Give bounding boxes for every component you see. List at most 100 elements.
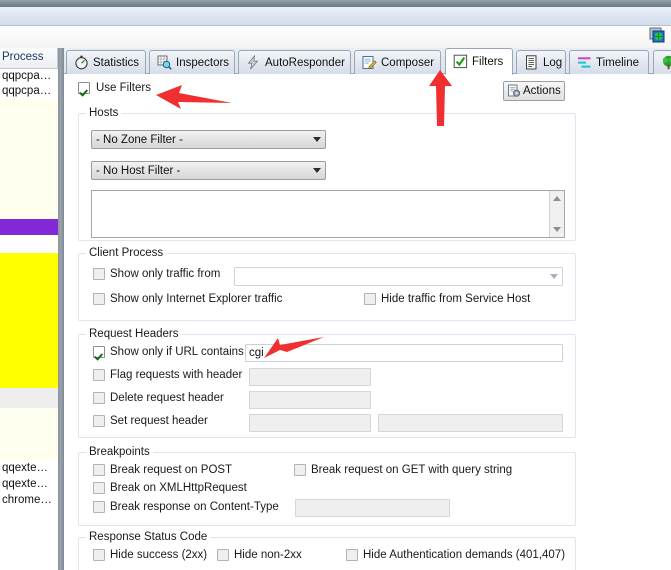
pencil-note-icon — [362, 56, 377, 69]
delete-request-header-checkbox[interactable] — [93, 392, 105, 404]
hide-auth-demands-row[interactable]: Hide Authentication demands (401,407) — [346, 549, 565, 561]
tree-icon — [662, 55, 671, 70]
tab-autoresponder[interactable]: AutoResponder — [238, 50, 351, 74]
set-request-header-name-input[interactable] — [249, 414, 371, 432]
stopwatch-icon — [75, 55, 88, 70]
session-row-process: qqexte… — [2, 462, 49, 474]
tab-filters[interactable]: Filters — [445, 48, 513, 75]
break-on-get-query-checkbox[interactable] — [294, 464, 306, 476]
show-only-traffic-from-row[interactable]: Show only traffic from — [93, 268, 220, 280]
session-list-pane[interactable]: Process qqpcpa… qqpcpa… qqexte… qqexte… chro… — [0, 48, 58, 570]
session-row-process: chrome… — [2, 494, 52, 506]
hide-service-host-row[interactable]: Hide traffic from Service Host — [364, 293, 530, 305]
session-row[interactable] — [0, 388, 58, 408]
flag-requests-row[interactable]: Flag requests with header — [93, 369, 242, 381]
break-on-xhr-row[interactable]: Break on XMLHttpRequest — [93, 482, 247, 494]
magnifier-grid-icon — [157, 55, 172, 70]
session-row[interactable]: qqpcpa… — [0, 84, 58, 99]
break-on-get-query-row[interactable]: Break request on GET with query string — [294, 464, 512, 476]
session-row-process: qqexte… — [2, 478, 49, 490]
toolbar-strip — [0, 26, 671, 49]
show-only-ie-traffic-checkbox[interactable] — [93, 293, 105, 305]
url-contains-label: Show only if URL contains — [110, 346, 244, 358]
session-row[interactable]: qqexte… — [0, 477, 58, 493]
breakpoints-group: Breakpoints Break request on POST Break … — [78, 446, 576, 526]
delete-request-header-row[interactable]: Delete request header — [93, 392, 224, 404]
hide-non-2xx-checkbox[interactable] — [217, 549, 229, 561]
flag-requests-checkbox[interactable] — [93, 369, 105, 381]
break-response-content-type-input[interactable] — [295, 499, 450, 517]
set-request-header-checkbox[interactable] — [93, 415, 105, 427]
tab-label: Filters — [472, 55, 504, 68]
client-process-dropdown[interactable] — [234, 267, 563, 286]
breakpoints-group-caption: Breakpoints — [86, 446, 153, 458]
session-row[interactable] — [0, 235, 58, 253]
url-contains-row[interactable]: Show only if URL contains — [93, 346, 244, 358]
tab-label: Timeline — [596, 56, 640, 69]
show-only-traffic-from-checkbox[interactable] — [93, 268, 105, 280]
session-row[interactable] — [0, 219, 58, 235]
break-on-post-checkbox[interactable] — [93, 464, 105, 476]
set-request-header-label: Set request header — [110, 415, 208, 427]
zone-filter-dropdown[interactable]: - No Zone Filter - — [91, 130, 326, 149]
set-request-header-value-input[interactable] — [378, 414, 563, 432]
scroll-down-arrow-icon[interactable] — [553, 227, 561, 232]
flag-requests-label: Flag requests with header — [110, 369, 243, 381]
hide-service-host-checkbox[interactable] — [364, 293, 376, 305]
session-row[interactable] — [0, 253, 58, 388]
globe-network-icon[interactable] — [647, 25, 667, 45]
delete-request-header-label: Delete request header — [110, 392, 224, 404]
actions-button[interactable]: Actions — [503, 81, 565, 101]
host-list-textarea[interactable] — [91, 190, 565, 238]
tab-willow[interactable]: Willow — [653, 50, 671, 74]
tab-inspectors[interactable]: Inspectors — [149, 50, 235, 74]
host-filter-value: - No Host Filter - — [96, 164, 181, 177]
break-on-get-query-label: Break request on GET with query string — [311, 464, 513, 476]
break-on-post-row[interactable]: Break request on POST — [93, 464, 232, 476]
break-response-content-type-row[interactable]: Break response on Content-Type — [93, 501, 279, 513]
zone-filter-value: - No Zone Filter - — [96, 133, 183, 146]
scroll-up-arrow-icon[interactable] — [553, 196, 561, 201]
session-row[interactable]: chrome… — [0, 493, 58, 509]
actions-button-label: Actions — [523, 85, 561, 97]
actions-page-gear-icon — [508, 84, 521, 97]
break-response-content-type-checkbox[interactable] — [93, 501, 105, 513]
response-status-code-group-caption: Response Status Code — [86, 531, 211, 543]
session-list-column-header[interactable]: Process — [0, 48, 58, 69]
hosts-group-caption: Hosts — [86, 107, 122, 119]
hide-success-2xx-checkbox[interactable] — [93, 549, 105, 561]
tab-timeline[interactable]: Timeline — [569, 50, 649, 74]
hide-auth-demands-label: Hide Authentication demands (401,407) — [363, 549, 566, 561]
tab-label: Composer — [381, 56, 435, 69]
url-contains-input[interactable]: cgi — [245, 344, 563, 362]
show-only-ie-traffic-row[interactable]: Show only Internet Explorer traffic — [93, 293, 282, 305]
break-on-xhr-checkbox[interactable] — [93, 482, 105, 494]
flag-requests-input[interactable] — [249, 368, 371, 386]
tab-composer[interactable]: Composer — [354, 50, 441, 74]
use-filters-row[interactable]: Use Filters — [78, 82, 151, 94]
session-row[interactable] — [0, 408, 58, 461]
hide-success-2xx-row[interactable]: Hide success (2xx) — [93, 549, 207, 561]
session-row-process: qqpcpa… — [2, 85, 52, 97]
tab-label: Log — [543, 56, 563, 69]
response-status-code-group: Response Status Code Hide success (2xx) … — [78, 531, 576, 570]
session-row-process: qqpcpa… — [2, 70, 52, 82]
hide-success-2xx-label: Hide success (2xx) — [110, 549, 208, 561]
tab-statistics[interactable]: Statistics — [66, 50, 146, 74]
session-row[interactable]: qqpcpa… — [0, 69, 58, 84]
use-filters-checkbox[interactable] — [78, 82, 90, 94]
host-list-scrollbar[interactable] — [549, 191, 564, 237]
delete-request-header-input[interactable] — [249, 391, 371, 409]
hide-auth-demands-checkbox[interactable] — [346, 549, 358, 561]
session-row[interactable]: qqexte… — [0, 461, 58, 477]
set-request-header-row[interactable]: Set request header — [93, 415, 208, 427]
hide-non-2xx-label: Hide non-2xx — [234, 549, 302, 561]
url-contains-checkbox[interactable] — [93, 346, 105, 358]
tab-strip: Statistics Inspectors AutoResponder Compose… — [64, 48, 671, 75]
lightning-bolt-icon — [247, 55, 259, 70]
request-headers-group: Request Headers Show only if URL contain… — [78, 328, 576, 438]
tab-log[interactable]: Log — [516, 50, 566, 74]
session-row[interactable] — [0, 99, 58, 219]
host-filter-dropdown[interactable]: - No Host Filter - — [91, 161, 326, 180]
hide-non-2xx-row[interactable]: Hide non-2xx — [217, 549, 302, 561]
